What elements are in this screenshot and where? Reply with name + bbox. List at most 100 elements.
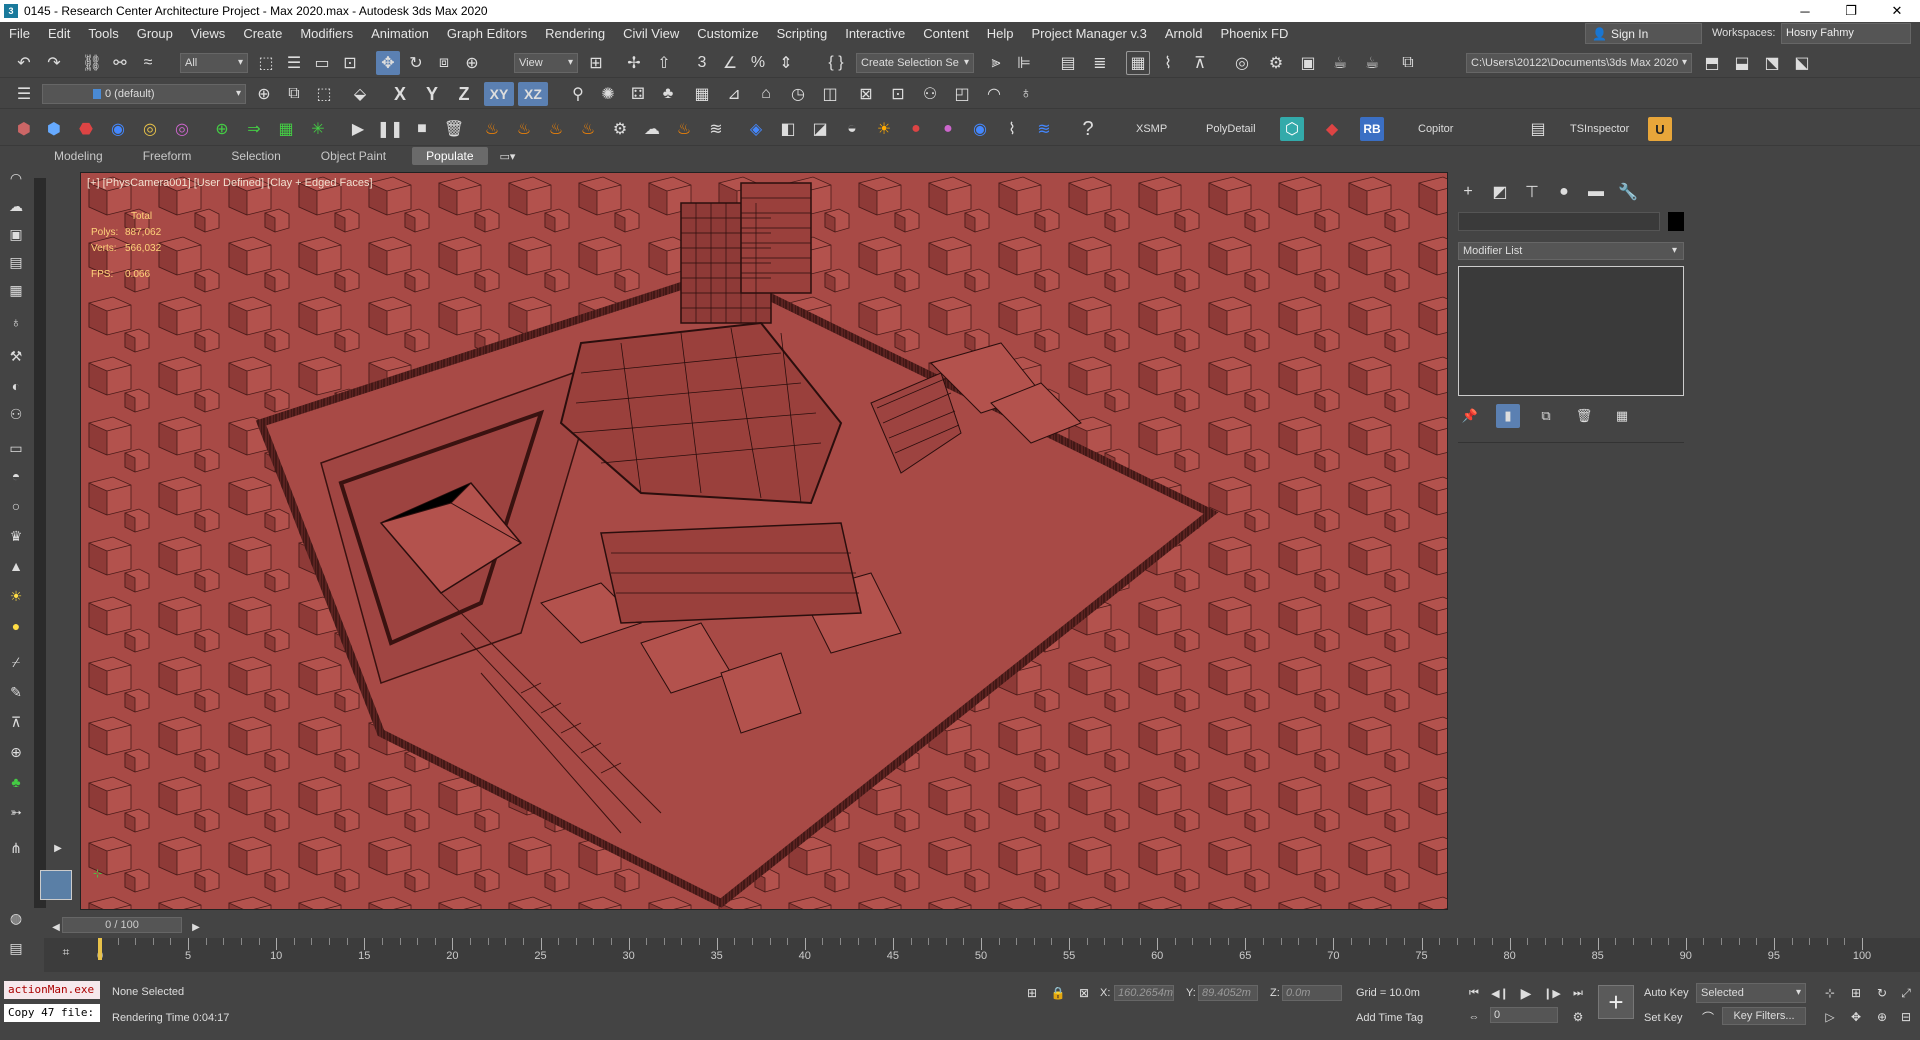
tsinspector-button[interactable]: TSInspector — [1570, 123, 1629, 135]
project-new-icon[interactable]: ⬔ — [1760, 51, 1784, 75]
image-icon[interactable]: ▣ — [4, 222, 28, 246]
viewport-label[interactable]: [+] [PhysCamera001] [User Defined] [Clay… — [87, 177, 373, 189]
fire-icon-2[interactable]: ♨ — [512, 117, 536, 141]
z-coord-field[interactable]: 0.0m — [1282, 985, 1342, 1001]
liquid-icon[interactable]: ◈ — [744, 117, 768, 141]
render-production-icon[interactable]: ☕ — [1328, 51, 1352, 75]
ruler-icon[interactable]: ⌿ — [4, 650, 28, 674]
orbit-icon[interactable]: ◷ — [786, 82, 810, 106]
splash-icon[interactable]: ⌇ — [1000, 117, 1024, 141]
menu-rendering[interactable]: Rendering — [536, 22, 614, 46]
redo-icon[interactable]: ↷ — [42, 51, 66, 75]
add-to-layer-icon[interactable]: ⧉ — [282, 82, 306, 106]
object-name-field[interactable] — [1458, 212, 1660, 231]
time-slider[interactable]: 0 / 100 — [62, 917, 182, 933]
play-icon[interactable]: ▶ — [346, 117, 370, 141]
fish-icon[interactable]: ➳ — [4, 800, 28, 824]
box-red-icon[interactable]: ⬢ — [12, 117, 36, 141]
menu-project-manager[interactable]: Project Manager v.3 — [1023, 22, 1156, 46]
polydetail-button[interactable]: PolyDetail — [1206, 123, 1256, 135]
angle-snap-icon[interactable]: ∠ — [718, 51, 742, 75]
fire-icon-4[interactable]: ♨ — [576, 117, 600, 141]
create-icon[interactable]: ◠ — [4, 166, 28, 190]
min-max-toggle-icon[interactable]: ⊟ — [1894, 1005, 1918, 1029]
cone-icon[interactable]: ▲ — [4, 554, 28, 578]
play-animation-icon[interactable]: ▶ — [1514, 981, 1538, 1005]
green-arrow-icon[interactable]: ⇒ — [242, 117, 266, 141]
ribbon-options-icon[interactable]: ▭▾ — [500, 150, 516, 163]
hierarchy-panel-icon[interactable]: ⊤ — [1520, 180, 1544, 204]
toggle-ribbon-icon[interactable]: ▦ — [1126, 51, 1150, 75]
render-iterative-icon[interactable]: ☕ — [1360, 51, 1384, 75]
named-selection-select[interactable]: Create Selection Se — [856, 53, 974, 73]
schematic-view-icon[interactable]: ⊼ — [1188, 51, 1212, 75]
object-color-swatch[interactable] — [1668, 212, 1684, 231]
spinner-snap-icon[interactable]: ⇕ — [774, 51, 798, 75]
render-setup-icon[interactable]: ⚙ — [1264, 51, 1288, 75]
selection-lock-icon[interactable]: 🔒 — [1046, 981, 1070, 1005]
default-tangents-icon[interactable]: ⌒ — [1696, 1005, 1720, 1029]
viewport-layout-thumbnail[interactable] — [40, 870, 72, 900]
set-keys-icon[interactable]: + — [1598, 985, 1634, 1019]
show-end-result-icon[interactable]: ▮ — [1496, 404, 1520, 428]
align-icon[interactable]: ⊫ — [1012, 51, 1036, 75]
green-star-icon[interactable]: ✳ — [306, 117, 330, 141]
menu-file[interactable]: File — [0, 22, 39, 46]
menu-civil-view[interactable]: Civil View — [614, 22, 688, 46]
zoom-region-icon[interactable]: ⊞ — [1844, 981, 1868, 1005]
time-next-icon[interactable]: ▶ — [184, 915, 208, 939]
box-blue-icon[interactable]: ⬢ — [42, 117, 66, 141]
bulb-icon[interactable]: ♁ — [1014, 82, 1038, 106]
key-selection-set-select[interactable]: Selected — [1696, 983, 1806, 1003]
menu-tools[interactable]: Tools — [79, 22, 127, 46]
fire-icon-1[interactable]: ♨ — [480, 117, 504, 141]
lightbulb-icon[interactable]: ♁ — [4, 310, 28, 334]
crown-icon[interactable]: ♛ — [4, 524, 28, 548]
tab-modeling[interactable]: Modeling — [40, 147, 117, 165]
menu-animation[interactable]: Animation — [362, 22, 438, 46]
bind-spacewarp-icon[interactable]: ≈ — [136, 51, 160, 75]
cup-icon[interactable]: ◧ — [776, 117, 800, 141]
table-icon[interactable]: ▦ — [4, 278, 28, 302]
previous-frame-icon[interactable]: ◀❙ — [1488, 981, 1512, 1005]
render-in-cloud-icon[interactable]: ⧉ — [1396, 51, 1420, 75]
minimize-icon[interactable]: ─ — [1782, 0, 1828, 22]
region-icon[interactable]: ◰ — [950, 82, 974, 106]
stop-icon[interactable]: ■ — [410, 117, 434, 141]
sun-light-icon[interactable]: ☀ — [4, 584, 28, 608]
layers-icon[interactable]: ☰ — [12, 82, 36, 106]
auto-key-button[interactable]: Auto Key — [1644, 987, 1689, 999]
maximize-icon[interactable]: ❐ — [1828, 0, 1874, 22]
menu-group[interactable]: Group — [128, 22, 182, 46]
disc-icon[interactable]: ● — [4, 614, 28, 638]
stairs-icon[interactable]: ⊿ — [722, 82, 746, 106]
menu-content[interactable]: Content — [914, 22, 978, 46]
fire-icon-3[interactable]: ♨ — [544, 117, 568, 141]
select-manipulate-icon[interactable]: ✢ — [622, 51, 646, 75]
isolate-selection-icon[interactable]: ⊞ — [1020, 981, 1044, 1005]
blue-swirl-icon[interactable]: ◉ — [968, 117, 992, 141]
axis-y-button[interactable]: Y — [420, 82, 444, 106]
grid-icon[interactable]: ▦ — [690, 82, 714, 106]
menu-scripting[interactable]: Scripting — [768, 22, 837, 46]
select-and-place-icon[interactable]: ⊕ — [460, 51, 484, 75]
zoom-extents-icon[interactable]: ⊹ — [1818, 981, 1842, 1005]
menu-phoenix-fd[interactable]: Phoenix FD — [1211, 22, 1297, 46]
frame-icon[interactable]: ⊡ — [886, 82, 910, 106]
sign-in-button[interactable]: 👤 Sign In — [1585, 23, 1702, 44]
hair-icon[interactable]: ⋔ — [4, 836, 28, 860]
tab-selection[interactable]: Selection — [217, 147, 294, 165]
project-folder-icon[interactable]: ⬒ — [1700, 51, 1724, 75]
add-time-tag-button[interactable]: Add Time Tag — [1356, 1012, 1423, 1024]
close-icon[interactable]: ✕ — [1874, 0, 1920, 22]
maxscript-listener-output[interactable]: actionMan.exe — [4, 981, 100, 999]
maximize-viewport-icon[interactable]: ⤢ — [1894, 981, 1918, 1005]
red-blob-icon[interactable]: ● — [904, 117, 928, 141]
trash-icon[interactable]: 🗑 — [442, 117, 466, 141]
u-plugin-icon[interactable]: U — [1648, 117, 1672, 141]
axis-x-button[interactable]: X — [388, 82, 412, 106]
current-frame-marker[interactable] — [98, 938, 102, 960]
modifier-stack[interactable] — [1458, 266, 1684, 396]
select-and-move-icon[interactable]: ✥ — [376, 51, 400, 75]
green-globe-icon[interactable]: ⊕ — [210, 117, 234, 141]
